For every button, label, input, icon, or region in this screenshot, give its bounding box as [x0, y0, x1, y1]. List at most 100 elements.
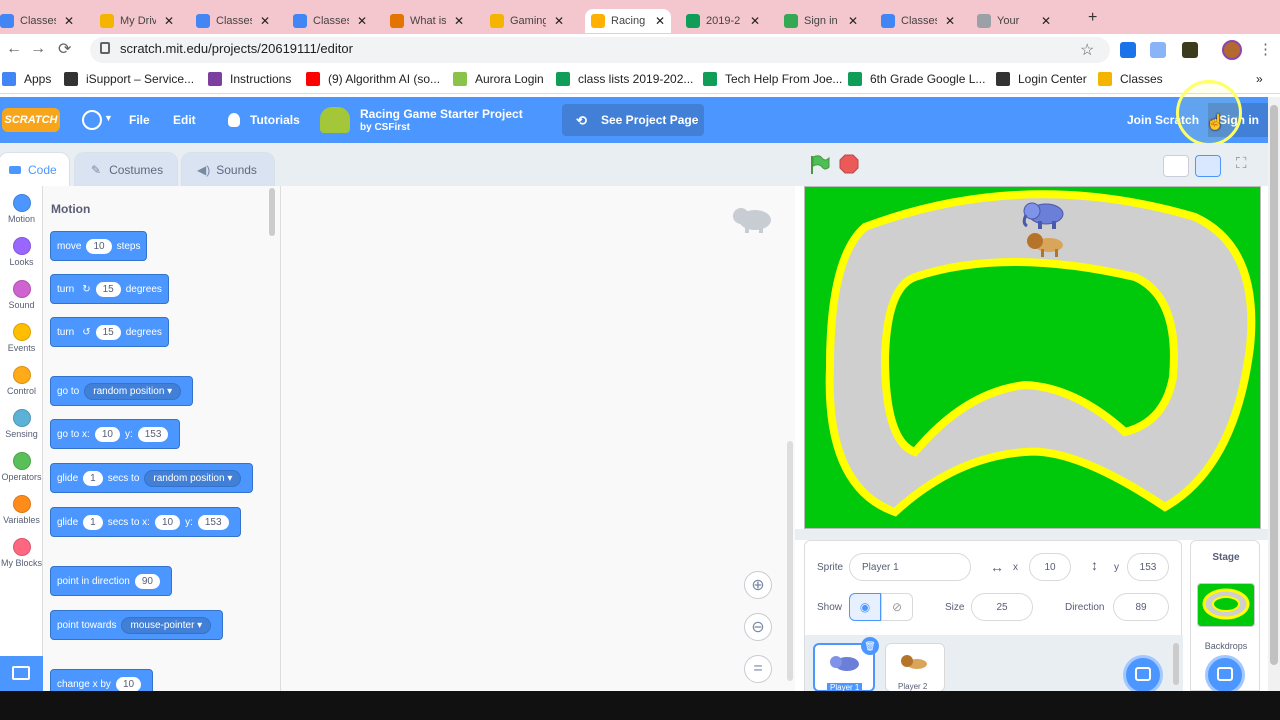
- block-go-to[interactable]: go to random position ▾: [50, 376, 194, 406]
- bookmark-item[interactable]: Tech Help From Joe...: [703, 72, 842, 86]
- sprite-name-field[interactable]: Player 1: [849, 553, 971, 581]
- browser-tab[interactable]: Classes ✕: [293, 9, 367, 33]
- block-dropdown[interactable]: random position ▾: [144, 469, 242, 487]
- green-flag-icon[interactable]: [808, 154, 830, 176]
- close-tab-icon[interactable]: ✕: [164, 14, 174, 28]
- block-move-steps[interactable]: move 10 steps: [50, 231, 148, 261]
- delete-sprite-icon[interactable]: 🗑: [861, 637, 879, 655]
- tutorials-menu[interactable]: Tutorials: [250, 113, 300, 127]
- bookmark-item[interactable]: Aurora Login: [453, 72, 544, 86]
- category-events[interactable]: Events: [0, 323, 43, 353]
- block-point-towards[interactable]: point towards mouse-pointer ▾: [50, 610, 224, 640]
- block-input[interactable]: 15: [95, 281, 121, 297]
- close-tab-icon[interactable]: ✕: [750, 14, 760, 28]
- block-glide-to-xy[interactable]: glide 1 secs to x: 10 y: 153: [50, 507, 241, 537]
- block-dropdown[interactable]: random position ▾: [84, 382, 182, 400]
- sprite-list-scrollbar[interactable]: [1173, 643, 1179, 685]
- block-turn-left[interactable]: turn ↺ 15 degrees: [50, 317, 169, 347]
- category-my-blocks[interactable]: My Blocks: [0, 538, 43, 568]
- browser-tab[interactable]: My Drive ✕: [100, 9, 174, 33]
- tab-costumes[interactable]: ✎ Costumes: [74, 152, 178, 186]
- bookmark-item[interactable]: iSupport – Service...: [64, 72, 194, 86]
- block-go-to-xy[interactable]: go to x: 10 y: 153: [50, 419, 181, 449]
- block-input[interactable]: 10: [94, 426, 120, 442]
- file-menu[interactable]: File: [129, 113, 150, 127]
- project-title[interactable]: Racing Game Starter Project: [360, 107, 523, 121]
- bookmarks-overflow-icon[interactable]: »: [1256, 72, 1263, 86]
- category-variables[interactable]: Variables: [0, 495, 43, 525]
- block-turn-right[interactable]: turn ↻ 15 degrees: [50, 274, 169, 304]
- forward-icon[interactable]: →: [30, 40, 46, 58]
- extension-icon[interactable]: [1150, 42, 1166, 58]
- close-tab-icon[interactable]: ✕: [655, 14, 665, 28]
- page-scrollbar-thumb[interactable]: [1270, 105, 1278, 665]
- category-operators[interactable]: Operators: [0, 452, 43, 482]
- stop-icon[interactable]: [839, 154, 859, 174]
- bookmark-item[interactable]: Apps: [2, 72, 51, 86]
- category-sensing[interactable]: Sensing: [0, 409, 43, 439]
- script-area[interactable]: ⊕ ⊖ =: [281, 186, 795, 691]
- project-author[interactable]: by CSFirst: [360, 122, 410, 133]
- fullscreen-icon[interactable]: ⛶: [1236, 155, 1247, 172]
- x-field[interactable]: 10: [1029, 553, 1071, 581]
- bookmark-item[interactable]: Login Center: [996, 72, 1087, 86]
- scratch-logo[interactable]: SCRATCH: [2, 108, 60, 132]
- block-input[interactable]: 90: [134, 573, 160, 589]
- add-extension-button[interactable]: [0, 656, 43, 691]
- block-input[interactable]: 10: [86, 238, 112, 254]
- language-globe-icon[interactable]: [82, 110, 102, 130]
- add-sprite-button[interactable]: [1123, 655, 1163, 695]
- category-control[interactable]: Control: [0, 366, 43, 396]
- sprite-thumb-player-1[interactable]: Player 1 🗑: [813, 637, 879, 692]
- y-field[interactable]: 153: [1127, 553, 1169, 581]
- browser-tab[interactable]: Your ✕: [977, 9, 1051, 33]
- block-dropdown[interactable]: mouse-pointer ▾: [121, 616, 212, 634]
- bookmark-item[interactable]: (9) Algorithm AI (so...: [306, 72, 440, 86]
- block-input[interactable]: 10: [154, 514, 181, 530]
- block-input[interactable]: 15: [95, 324, 121, 340]
- browser-tab[interactable]: 2019-2 ✕: [686, 9, 760, 33]
- close-tab-icon[interactable]: ✕: [260, 14, 270, 28]
- close-tab-icon[interactable]: ✕: [945, 14, 955, 28]
- block-input[interactable]: 153: [137, 426, 169, 442]
- close-tab-icon[interactable]: ✕: [1041, 14, 1051, 28]
- new-tab-icon[interactable]: +: [1088, 9, 1097, 27]
- category-sound[interactable]: Sound: [0, 280, 43, 310]
- close-tab-icon[interactable]: ✕: [64, 14, 74, 28]
- stage-canvas[interactable]: [804, 186, 1261, 529]
- script-scrollbar[interactable]: [787, 441, 793, 681]
- close-tab-icon[interactable]: ✕: [848, 14, 858, 28]
- zoom-in-button[interactable]: ⊕: [744, 571, 772, 599]
- zoom-reset-button[interactable]: =: [744, 655, 772, 683]
- browser-tab[interactable]: Classes ✕: [881, 9, 955, 33]
- bookmark-item[interactable]: class lists 2019-202...: [556, 72, 693, 86]
- edit-menu[interactable]: Edit: [173, 113, 196, 127]
- block-glide-to[interactable]: glide 1 secs to random position ▾: [50, 463, 254, 493]
- close-tab-icon[interactable]: ✕: [554, 14, 564, 28]
- block-input[interactable]: 153: [197, 514, 229, 530]
- add-backdrop-button[interactable]: [1205, 655, 1245, 695]
- category-looks[interactable]: Looks: [0, 237, 43, 267]
- profile-avatar[interactable]: [1222, 40, 1242, 60]
- browser-tab[interactable]: Classes ✕: [0, 9, 74, 33]
- browser-tab[interactable]: Sign in ✕: [784, 9, 858, 33]
- size-field[interactable]: 25: [971, 593, 1033, 621]
- tab-sounds[interactable]: ◀) Sounds: [181, 152, 275, 186]
- star-icon[interactable]: ☆: [1080, 40, 1094, 60]
- browser-tab[interactable]: Racing ✕: [585, 9, 672, 33]
- bookmark-item[interactable]: Classes: [1098, 72, 1163, 86]
- bookmark-item[interactable]: Instructions: [208, 72, 291, 86]
- normal-stage-button[interactable]: [1195, 155, 1221, 177]
- block-input[interactable]: 10: [115, 676, 142, 692]
- extension-icon[interactable]: [1120, 42, 1136, 58]
- block-input[interactable]: 1: [83, 514, 103, 530]
- page-scrollbar[interactable]: [1268, 97, 1280, 691]
- stage-thumbnail[interactable]: [1197, 583, 1255, 627]
- extension-icon[interactable]: [1182, 42, 1198, 58]
- small-stage-button[interactable]: [1163, 155, 1189, 177]
- close-tab-icon[interactable]: ✕: [454, 14, 464, 28]
- close-tab-icon[interactable]: ✕: [357, 14, 367, 28]
- block-point-in-direction[interactable]: point in direction 90: [50, 566, 172, 596]
- palette-scrollbar[interactable]: [269, 188, 275, 236]
- bookmark-item[interactable]: 6th Grade Google L...: [848, 72, 985, 86]
